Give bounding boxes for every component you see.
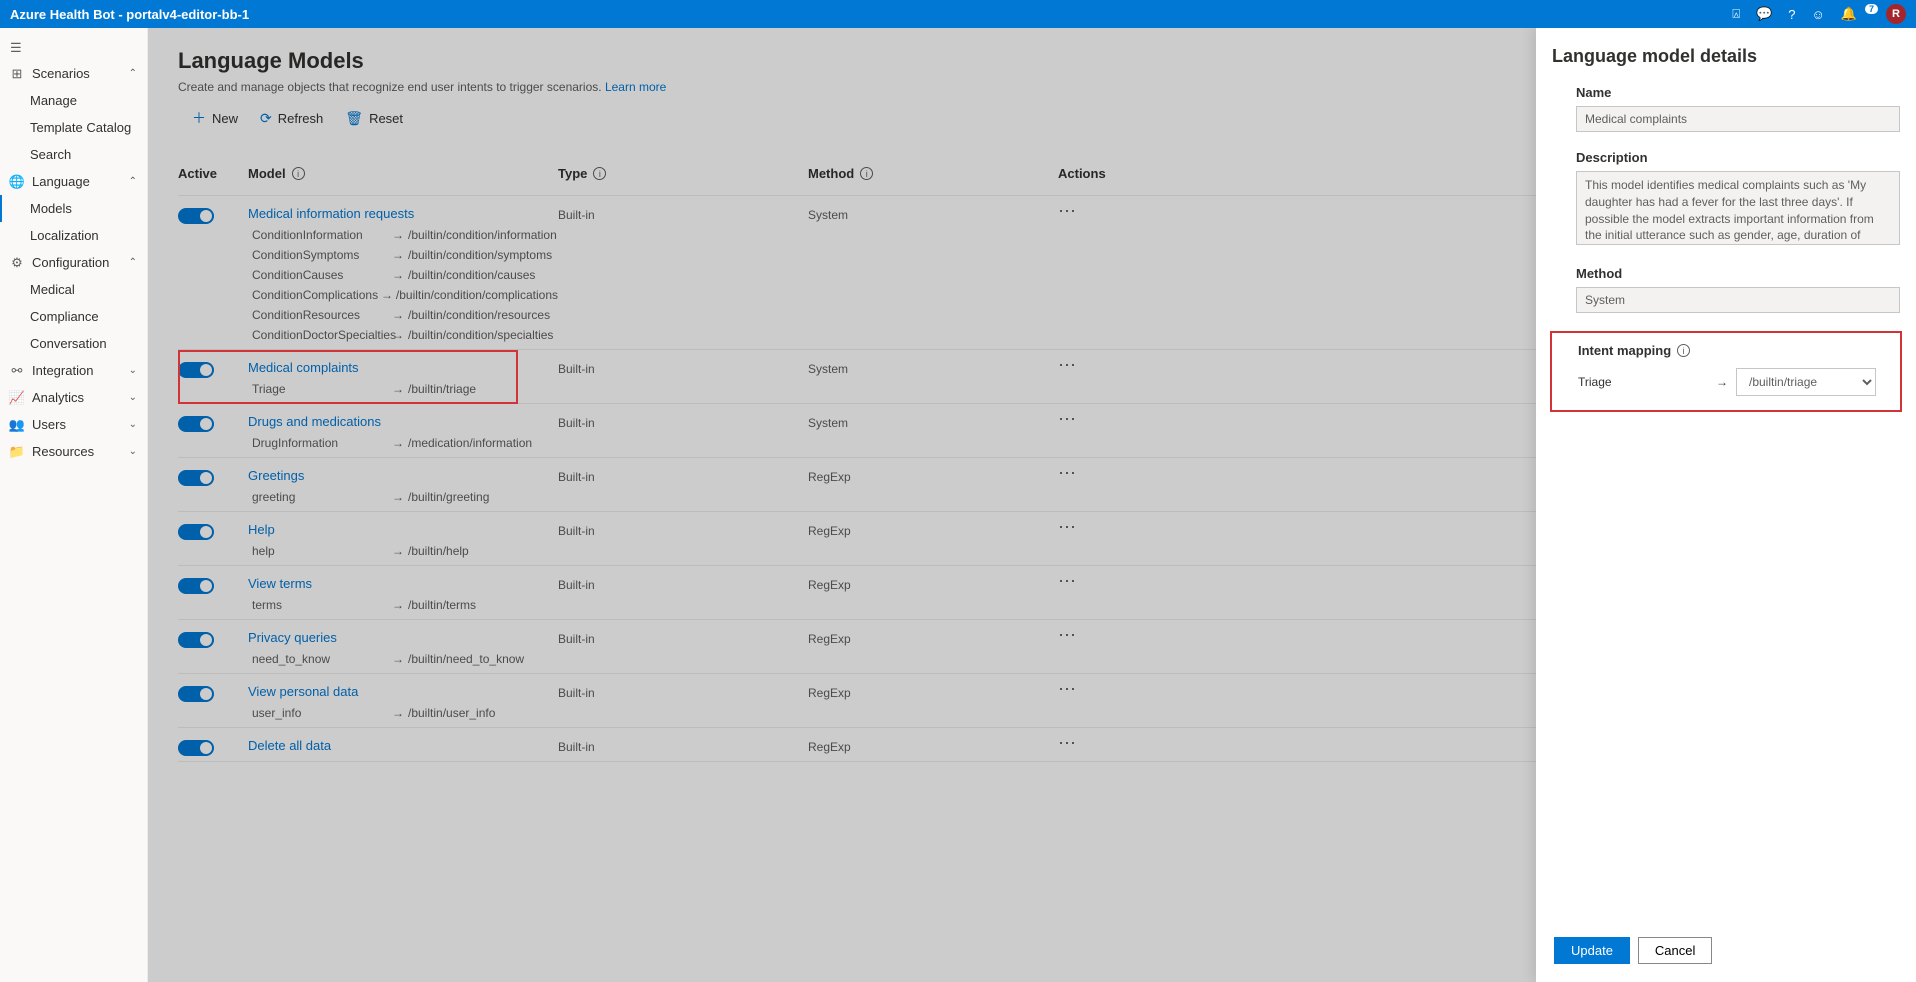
method-input[interactable] <box>1576 287 1900 313</box>
chevron-icon: ⌃ <box>129 68 137 79</box>
name-input[interactable] <box>1576 106 1900 132</box>
analytics-icon: 📈 <box>10 391 24 405</box>
cancel-button[interactable]: Cancel <box>1638 937 1712 964</box>
nav-item-template-catalog[interactable]: Template Catalog <box>0 114 147 141</box>
folder-icon: 📁 <box>10 445 24 459</box>
nav-item-conversation[interactable]: Conversation <box>0 330 147 357</box>
help-icon[interactable]: ? <box>1788 7 1795 22</box>
users-icon: 👥 <box>10 418 24 432</box>
chevron-icon: ⌄ <box>129 392 137 403</box>
nav-item-search[interactable]: Search <box>0 141 147 168</box>
nav-group-analytics[interactable]: 📈Analytics⌄ <box>0 384 147 411</box>
panel-title: Language model details <box>1552 46 1900 67</box>
sidebar: ☰ ⊞Scenarios⌃ManageTemplate CatalogSearc… <box>0 28 148 982</box>
method-label: Method <box>1576 266 1900 281</box>
nav-item-models[interactable]: Models <box>0 195 147 222</box>
mapping-intent-name: Triage <box>1578 375 1708 389</box>
smile-icon[interactable]: ☺ <box>1812 7 1825 22</box>
nav-item-compliance[interactable]: Compliance <box>0 303 147 330</box>
notification-icon[interactable]: 🔔7 <box>1841 6 1870 22</box>
chevron-icon: ⌃ <box>129 257 137 268</box>
integration-icon: ⚯ <box>10 364 24 378</box>
nav-item-localization[interactable]: Localization <box>0 222 147 249</box>
language-icon: 🌐 <box>10 175 24 189</box>
nav-group-resources[interactable]: 📁Resources⌄ <box>0 438 147 465</box>
nav-group-configuration[interactable]: ⚙Configuration⌃ <box>0 249 147 276</box>
description-label: Description <box>1576 150 1900 165</box>
nav-group-language[interactable]: 🌐Language⌃ <box>0 168 147 195</box>
mapping-select[interactable]: /builtin/triage <box>1736 368 1876 396</box>
arrow-icon: → <box>1716 375 1728 389</box>
nav-group-scenarios[interactable]: ⊞Scenarios⌃ <box>0 60 147 87</box>
nav-group-integration[interactable]: ⚯Integration⌄ <box>0 357 147 384</box>
details-panel: Language model details Name Description … <box>1536 28 1916 982</box>
chevron-icon: ⌄ <box>129 365 137 376</box>
top-bar: Azure Health Bot - portalv4-editor-bb-1 … <box>0 0 1916 28</box>
scenarios-icon: ⊞ <box>10 67 24 81</box>
nav-group-users[interactable]: 👥Users⌄ <box>0 411 147 438</box>
chevron-icon: ⌄ <box>129 446 137 457</box>
chevron-icon: ⌃ <box>129 176 137 187</box>
hamburger-icon[interactable]: ☰ <box>0 36 147 60</box>
intent-mapping-section: Intent mappingi Triage → /builtin/triage <box>1550 331 1902 412</box>
nav-item-medical[interactable]: Medical <box>0 276 147 303</box>
name-label: Name <box>1576 85 1900 100</box>
feedback-icon[interactable]: ⍓ <box>1732 6 1740 22</box>
intent-mapping-label: Intent mappingi <box>1578 343 1890 358</box>
header-icons: ⍓ 💬 ? ☺ 🔔7 R <box>1732 4 1906 24</box>
description-textarea[interactable]: This model identifies medical complaints… <box>1576 171 1900 245</box>
nav-item-manage[interactable]: Manage <box>0 87 147 114</box>
gear-icon: ⚙ <box>10 256 24 270</box>
chat-icon[interactable]: 💬 <box>1756 6 1772 22</box>
main-area: Language Models Create and manage object… <box>148 28 1916 982</box>
info-icon[interactable]: i <box>1677 344 1690 357</box>
update-button[interactable]: Update <box>1554 937 1630 964</box>
app-title: Azure Health Bot - portalv4-editor-bb-1 <box>10 7 249 22</box>
chevron-icon: ⌄ <box>129 419 137 430</box>
avatar[interactable]: R <box>1886 4 1906 24</box>
